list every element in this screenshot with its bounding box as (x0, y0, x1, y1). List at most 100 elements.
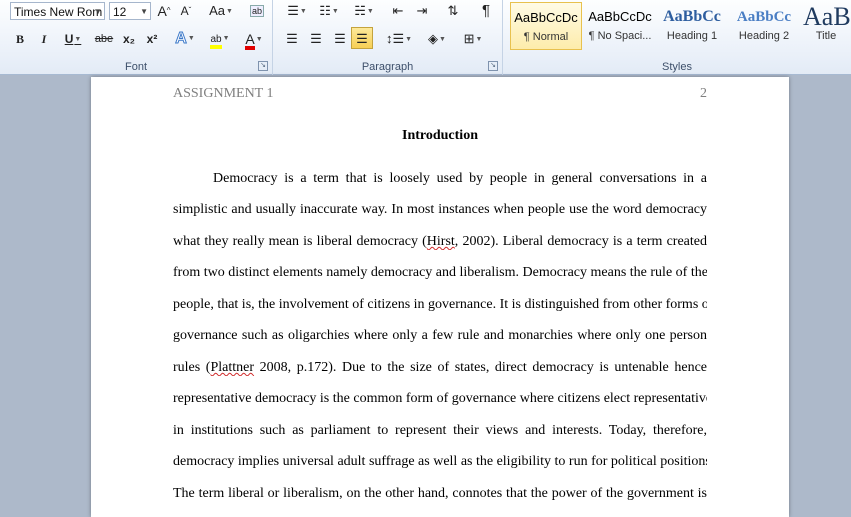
text-line: people, that is, the involvement of citi… (173, 297, 707, 312)
chevron-down-icon: ▼ (140, 7, 148, 16)
line-spacing-icon: ↕☰ (385, 31, 405, 46)
multilevel-list-button[interactable]: ☵▼ (349, 0, 379, 22)
highlight-button[interactable]: ab▼ (205, 28, 235, 50)
style-name: Heading 2 (738, 30, 790, 42)
underline-button[interactable]: U▼ (60, 28, 86, 50)
align-center-icon: ☰ (310, 31, 322, 46)
align-left-button[interactable]: ☰ (281, 28, 303, 50)
clear-formatting-icon: ab (249, 5, 264, 17)
text-effects-icon: A (175, 30, 188, 48)
text-effects-button[interactable]: A▼ (172, 28, 198, 50)
shading-button[interactable]: ◈▼ (423, 28, 451, 50)
shrink-font-icon: A (180, 4, 189, 18)
text-segment: , 2002). Liberal democracy is a term cre… (454, 234, 707, 249)
shrink-font-button[interactable]: Aˇ (177, 0, 195, 22)
bullets-button[interactable]: ☰▼ (283, 0, 311, 22)
text-line: from two distinct elements namely democr… (173, 265, 707, 280)
citation-author: Plattner (210, 360, 255, 375)
text-line: what they really mean is liberal democra… (173, 234, 707, 250)
font-group-label: Font (124, 61, 147, 73)
font-color-icon: A (245, 32, 255, 50)
highlighter-icon: ab (210, 33, 222, 49)
multilevel-list-icon: ☵ (354, 3, 366, 18)
ribbon: Times New Rom ▼ 12 ▼ A^ Aˇ Aa▼ ab B I U▼… (0, 0, 851, 75)
styles-group-label: Styles (662, 61, 692, 73)
pilcrow-icon: ¶ (481, 2, 491, 19)
style-preview: AaB (803, 2, 851, 30)
shading-icon: ◈ (428, 31, 439, 46)
line-spacing-button[interactable]: ↕☰▼ (385, 28, 413, 50)
style-name: Heading 1 (666, 30, 718, 42)
grow-font-icon: A (157, 3, 167, 19)
change-case-icon: Aa (209, 3, 225, 18)
borders-button[interactable]: ⊞▼ (458, 28, 488, 50)
superscript-button[interactable]: x² (142, 28, 162, 50)
subscript-button[interactable]: x₂ (119, 28, 139, 50)
dialog-launcher-icon[interactable]: ↘ (488, 61, 498, 71)
grow-font-button[interactable]: A^ (155, 0, 173, 22)
numbering-button[interactable]: ☷▼ (315, 0, 343, 22)
style-no-spacing[interactable]: AaBbCcDc ¶ No Spaci... (584, 2, 656, 50)
font-color-button[interactable]: A▼ (240, 28, 268, 50)
document-page[interactable]: ASSIGNMENT 1 2 Introduction Democracy is… (91, 77, 789, 517)
show-hide-button[interactable]: ¶ (476, 0, 496, 22)
style-preview: AaBbCc (663, 8, 721, 25)
font-size-combo[interactable]: 12 ▼ (109, 2, 151, 20)
numbering-icon: ☷ (319, 3, 331, 18)
font-name-value: Times New Rom (14, 5, 103, 19)
align-left-icon: ☰ (286, 31, 298, 46)
style-heading-1[interactable]: AaBbCc Heading 1 (656, 2, 728, 50)
borders-icon: ⊞ (463, 31, 475, 46)
text-line: simplistic and usually inaccurate way. I… (173, 202, 707, 217)
section-heading: Introduction (402, 128, 478, 143)
sort-icon: ⇅ (447, 3, 459, 18)
style-title[interactable]: AaB Title (801, 2, 851, 50)
style-preview: AaBbCcDc (588, 9, 652, 24)
font-group: Times New Rom ▼ 12 ▼ A^ Aˇ Aa▼ ab B I U▼… (0, 0, 273, 75)
text-segment: what they really mean is liberal democra… (173, 234, 427, 249)
text-line: The term liberal or liberalism, on the o… (173, 486, 707, 501)
text-line: rules (Plattner 2008, p.172). Due to the… (173, 360, 707, 376)
italic-button[interactable]: I (36, 28, 52, 50)
font-size-value: 12 (113, 5, 127, 19)
styles-group: AaBbCcDc ¶ Normal AaBbCcDc ¶ No Spaci...… (503, 0, 851, 75)
style-preview: AaBbCcDc (514, 10, 578, 25)
page-number: 2 (700, 86, 707, 101)
clear-formatting-button[interactable]: ab (247, 0, 267, 22)
increase-indent-button[interactable]: ⇥ (412, 0, 432, 22)
text-segment: 2008, p.172). Due to the size of states,… (254, 360, 707, 375)
bullets-icon: ☰ (287, 3, 299, 18)
justify-icon: ☰ (356, 31, 368, 46)
align-right-button[interactable]: ☰ (329, 28, 351, 50)
decrease-indent-icon: ⇤ (392, 3, 404, 18)
dialog-launcher-icon[interactable]: ↘ (258, 61, 268, 71)
align-center-button[interactable]: ☰ (305, 28, 327, 50)
bold-label: B (15, 32, 24, 46)
style-name: ¶ No Spaci... (588, 30, 652, 42)
change-case-button[interactable]: Aa▼ (207, 0, 235, 22)
style-name: ¶ Normal (523, 31, 569, 43)
bold-button[interactable]: B (12, 28, 28, 50)
strikethrough-label: abe (94, 33, 114, 45)
sort-button[interactable]: ⇅ (443, 0, 463, 22)
strikethrough-button[interactable]: abe (92, 28, 116, 50)
italic-label: I (41, 32, 47, 46)
font-name-combo[interactable]: Times New Rom ▼ (10, 2, 105, 20)
underline-label: U (64, 32, 74, 46)
paragraph-group-label: Paragraph (361, 61, 414, 73)
paragraph-group: ☰▼ ☷▼ ☵▼ ⇤ ⇥ ⇅ ¶ ☰ ☰ ☰ ☰ ↕☰▼ ◈▼ ⊞▼ Parag… (273, 0, 503, 75)
justify-button[interactable]: ☰ (351, 27, 373, 49)
increase-indent-icon: ⇥ (416, 3, 428, 18)
text-line: democracy implies universal adult suffra… (173, 454, 707, 469)
style-normal[interactable]: AaBbCcDc ¶ Normal (510, 2, 582, 50)
style-preview: AaBbCc (736, 9, 792, 25)
style-name: Title (815, 30, 837, 42)
citation-author: Hirst (426, 234, 455, 249)
text-line: Democracy is a term that is loosely used… (213, 171, 707, 186)
subscript-label: x₂ (122, 32, 135, 46)
text-line: in institutions such as parliament to re… (173, 423, 707, 438)
text-line: representative democracy is the common f… (173, 391, 707, 406)
decrease-indent-button[interactable]: ⇤ (388, 0, 408, 22)
text-segment: rules ( (173, 360, 211, 375)
style-heading-2[interactable]: AaBbCc Heading 2 (728, 2, 800, 50)
